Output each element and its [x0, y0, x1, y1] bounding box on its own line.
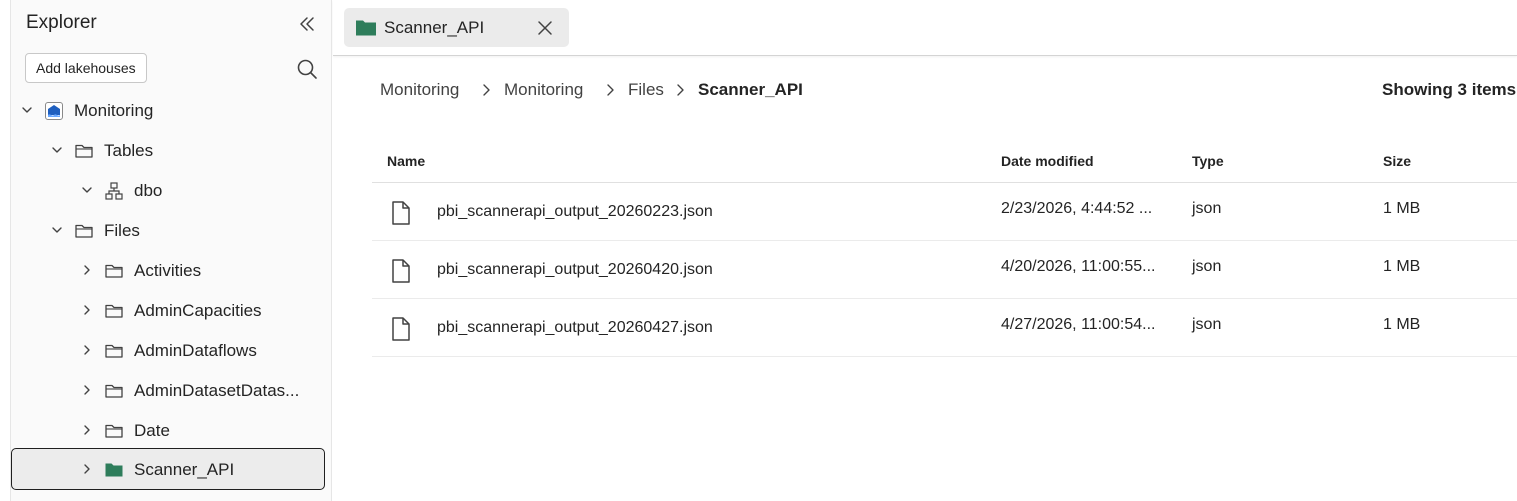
table-row[interactable]: pbi_scannerapi_output_20260223.json 2/23… [372, 183, 1517, 241]
file-date-modified: 4/27/2026, 11:00:54... [1001, 316, 1156, 333]
tree-item-label: Activities [134, 261, 202, 280]
chevron-right-icon[interactable] [80, 462, 94, 476]
file-size: 1 MB [1383, 200, 1421, 217]
close-icon[interactable] [535, 18, 555, 38]
tree-item-label: Files [104, 221, 140, 240]
search-icon[interactable] [295, 57, 319, 81]
schema-icon [105, 182, 123, 200]
tab-label: Scanner_API [384, 18, 485, 37]
explorer-title: Explorer [26, 12, 97, 33]
add-lakehouses-button[interactable]: Add lakehouses [25, 53, 147, 83]
file-type: json [1192, 258, 1222, 275]
column-header-date-modified[interactable]: Date modified [1001, 153, 1094, 169]
tree-item-admindataflows[interactable]: AdminDataflows [11, 331, 333, 371]
tree-item-label: Date [134, 421, 170, 440]
file-date-modified: 4/20/2026, 11:00:55... [1001, 258, 1156, 275]
file-name[interactable]: pbi_scannerapi_output_20260223.json [437, 203, 713, 221]
file-date-modified: 2/23/2026, 4:44:52 ... [1001, 200, 1153, 217]
tree-item-label: Monitoring [74, 101, 154, 120]
file-icon [392, 201, 410, 225]
folder-icon [105, 424, 123, 438]
tab-scanner-api[interactable]: Scanner_API [344, 8, 569, 47]
file-icon [392, 259, 410, 283]
chevron-down-icon[interactable] [20, 103, 34, 117]
folder-filled-icon [105, 463, 123, 477]
collapse-panel-icon[interactable] [295, 12, 319, 36]
tree-item-admindatasetdatas[interactable]: AdminDatasetDatas... [11, 371, 333, 411]
chevron-down-icon[interactable] [80, 183, 94, 197]
folder-icon [75, 224, 93, 238]
breadcrumb-item[interactable]: Monitoring [380, 80, 459, 100]
breadcrumb-current: Scanner_API [698, 80, 803, 99]
folder-icon [75, 144, 93, 158]
tree-item-label: Scanner_API [134, 460, 235, 479]
column-header-size[interactable]: Size [1383, 153, 1411, 169]
chevron-down-icon[interactable] [50, 223, 64, 237]
chevron-right-icon[interactable] [80, 303, 94, 317]
tab-bar: Scanner_API [333, 0, 1517, 56]
tree-item-label: AdminCapacities [134, 301, 262, 320]
breadcrumb-item[interactable]: Monitoring [504, 80, 583, 100]
column-header-type[interactable]: Type [1192, 153, 1224, 169]
tree-item-label: AdminDataflows [134, 341, 257, 360]
tree-item-activities[interactable]: Activities [11, 251, 333, 291]
table-row[interactable]: pbi_scannerapi_output_20260420.json 4/20… [372, 241, 1517, 299]
tree-item-dbo[interactable]: dbo [11, 171, 333, 211]
tree-item-admincapacities[interactable]: AdminCapacities [11, 291, 333, 331]
tree-item-files[interactable]: Files [11, 211, 333, 251]
tree-item-date[interactable]: Date [11, 411, 333, 451]
file-name[interactable]: pbi_scannerapi_output_20260420.json [437, 261, 713, 279]
file-type: json [1192, 316, 1222, 333]
chevron-right-icon [607, 84, 614, 96]
file-table: Name Date modified Type Size pbi_scanner… [372, 140, 1517, 357]
table-header: Name Date modified Type Size [372, 140, 1517, 183]
tree-item-label: AdminDatasetDatas... [134, 381, 300, 400]
file-icon [392, 317, 410, 341]
explorer-panel: Explorer Add lakehouses Monitoring Table… [10, 0, 332, 501]
chevron-down-icon[interactable] [50, 143, 64, 157]
folder-filled-icon [356, 20, 376, 36]
tree-item-label: Tables [104, 141, 154, 160]
tree-item-scanner-api[interactable]: Scanner_API [11, 448, 325, 490]
column-header-name[interactable]: Name [387, 153, 425, 169]
tree-item-monitoring[interactable]: Monitoring [11, 91, 333, 131]
file-size: 1 MB [1383, 258, 1421, 275]
chevron-right-icon [677, 84, 684, 96]
breadcrumb-item[interactable]: Files [628, 80, 664, 100]
table-row[interactable]: pbi_scannerapi_output_20260427.json 4/27… [372, 299, 1517, 357]
item-count-label: Showing 3 items [1382, 80, 1517, 99]
chevron-right-icon [483, 84, 490, 96]
tree-item-label: dbo [134, 181, 163, 200]
chevron-right-icon[interactable] [80, 343, 94, 357]
folder-icon [105, 304, 123, 318]
chevron-right-icon[interactable] [80, 423, 94, 437]
chevron-right-icon[interactable] [80, 263, 94, 277]
folder-icon [105, 384, 123, 398]
tree-item-tables[interactable]: Tables [11, 131, 333, 171]
chevron-right-icon[interactable] [80, 383, 94, 397]
file-name[interactable]: pbi_scannerapi_output_20260427.json [437, 319, 713, 337]
folder-icon [105, 344, 123, 358]
lakehouse-icon [45, 102, 63, 120]
folder-icon [105, 264, 123, 278]
file-size: 1 MB [1383, 316, 1421, 333]
file-type: json [1192, 200, 1222, 217]
